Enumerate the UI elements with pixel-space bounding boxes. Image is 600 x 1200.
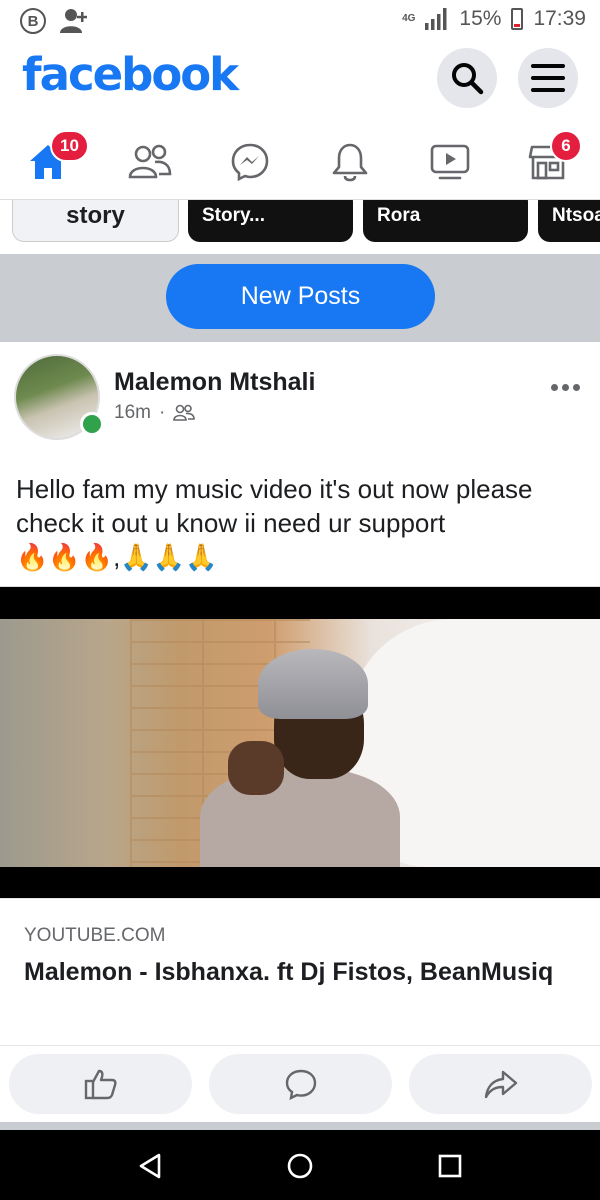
video-icon bbox=[430, 144, 470, 180]
link-preview-image[interactable] bbox=[0, 586, 600, 898]
tab-marketplace[interactable]: 6 bbox=[518, 130, 582, 192]
comment-icon bbox=[285, 1069, 316, 1100]
system-nav-bar bbox=[0, 1130, 600, 1200]
network-type: 4G bbox=[402, 13, 416, 24]
status-bar: B 4G 15% 17:39 bbox=[0, 0, 600, 44]
friends-icon bbox=[128, 144, 172, 179]
clock: 17:39 bbox=[533, 7, 586, 30]
tab-friends[interactable] bbox=[120, 132, 180, 192]
tab-home[interactable]: 10 bbox=[18, 130, 89, 192]
status-left: B bbox=[20, 8, 88, 34]
post-emoji-line: 🔥🔥🔥,🙏🙏🙏 bbox=[16, 542, 218, 572]
post-text: Hello fam my music video it's out now pl… bbox=[16, 472, 591, 574]
recents-icon[interactable] bbox=[434, 1150, 466, 1182]
stories-strip: story Story... Rora Ntsoa bbox=[0, 200, 600, 252]
post-time[interactable]: 16m bbox=[114, 402, 151, 424]
search-icon bbox=[452, 63, 484, 95]
new-posts-band: New Posts bbox=[0, 254, 600, 342]
link-title: Malemon - Isbhanxa. ft Dj Fistos, BeanMu… bbox=[24, 958, 554, 986]
new-posts-button[interactable]: New Posts bbox=[166, 264, 435, 329]
online-indicator bbox=[80, 412, 104, 436]
more-options-icon[interactable] bbox=[551, 384, 580, 391]
bell-icon bbox=[332, 143, 368, 182]
like-icon bbox=[84, 1069, 117, 1100]
battery-icon bbox=[511, 8, 524, 30]
share-button[interactable] bbox=[409, 1054, 592, 1114]
app-header: facebook bbox=[0, 44, 600, 114]
screen: B 4G 15% 17:39 facebook 10 6 story Story… bbox=[0, 0, 600, 1200]
tab-watch[interactable] bbox=[420, 132, 480, 192]
home-nav-icon[interactable] bbox=[284, 1150, 316, 1182]
menu-button[interactable] bbox=[518, 48, 578, 108]
friends-audience-icon bbox=[173, 404, 196, 421]
status-right: 4G 15% 17:39 bbox=[402, 7, 586, 31]
menu-icon bbox=[531, 64, 565, 92]
post-text-line: check it out u know ii need ur support bbox=[16, 508, 446, 538]
feed-post: Malemon Mtshali 16m · Hello fam my music… bbox=[0, 342, 600, 1046]
search-button[interactable] bbox=[437, 48, 497, 108]
story-card[interactable]: Story... bbox=[188, 200, 353, 242]
signal-icon bbox=[425, 8, 447, 30]
like-button[interactable] bbox=[9, 1054, 192, 1114]
tab-messenger[interactable] bbox=[220, 132, 280, 192]
post-actions bbox=[0, 1052, 600, 1116]
comment-button[interactable] bbox=[209, 1054, 392, 1114]
facebook-logo[interactable]: facebook bbox=[22, 48, 239, 101]
post-author[interactable]: Malemon Mtshali bbox=[114, 368, 315, 397]
story-card[interactable]: Ntsoa bbox=[538, 200, 600, 242]
link-preview-info[interactable]: YOUTUBE.COM Malemon - Isbhanxa. ft Dj Fi… bbox=[0, 898, 600, 1046]
link-domain: YOUTUBE.COM bbox=[24, 925, 166, 946]
story-card[interactable]: Rora bbox=[363, 200, 528, 242]
tab-bar: 10 6 bbox=[0, 120, 600, 200]
back-icon[interactable] bbox=[134, 1150, 166, 1182]
meta-separator: · bbox=[158, 402, 166, 423]
post-meta: 16m · bbox=[114, 402, 196, 424]
home-badge: 10 bbox=[50, 130, 89, 162]
story-create[interactable]: story bbox=[12, 200, 179, 242]
tab-notifications[interactable] bbox=[320, 132, 380, 192]
marketplace-badge: 6 bbox=[550, 130, 582, 162]
battery-percent: 15% bbox=[459, 7, 502, 30]
add-person-icon bbox=[60, 9, 87, 33]
video-thumbnail bbox=[0, 619, 600, 867]
share-icon bbox=[484, 1070, 517, 1099]
messenger-icon bbox=[231, 143, 269, 182]
b-icon: B bbox=[20, 8, 46, 34]
feed-divider bbox=[0, 1122, 600, 1130]
post-text-line: Hello fam my music video it's out now pl… bbox=[16, 474, 533, 504]
